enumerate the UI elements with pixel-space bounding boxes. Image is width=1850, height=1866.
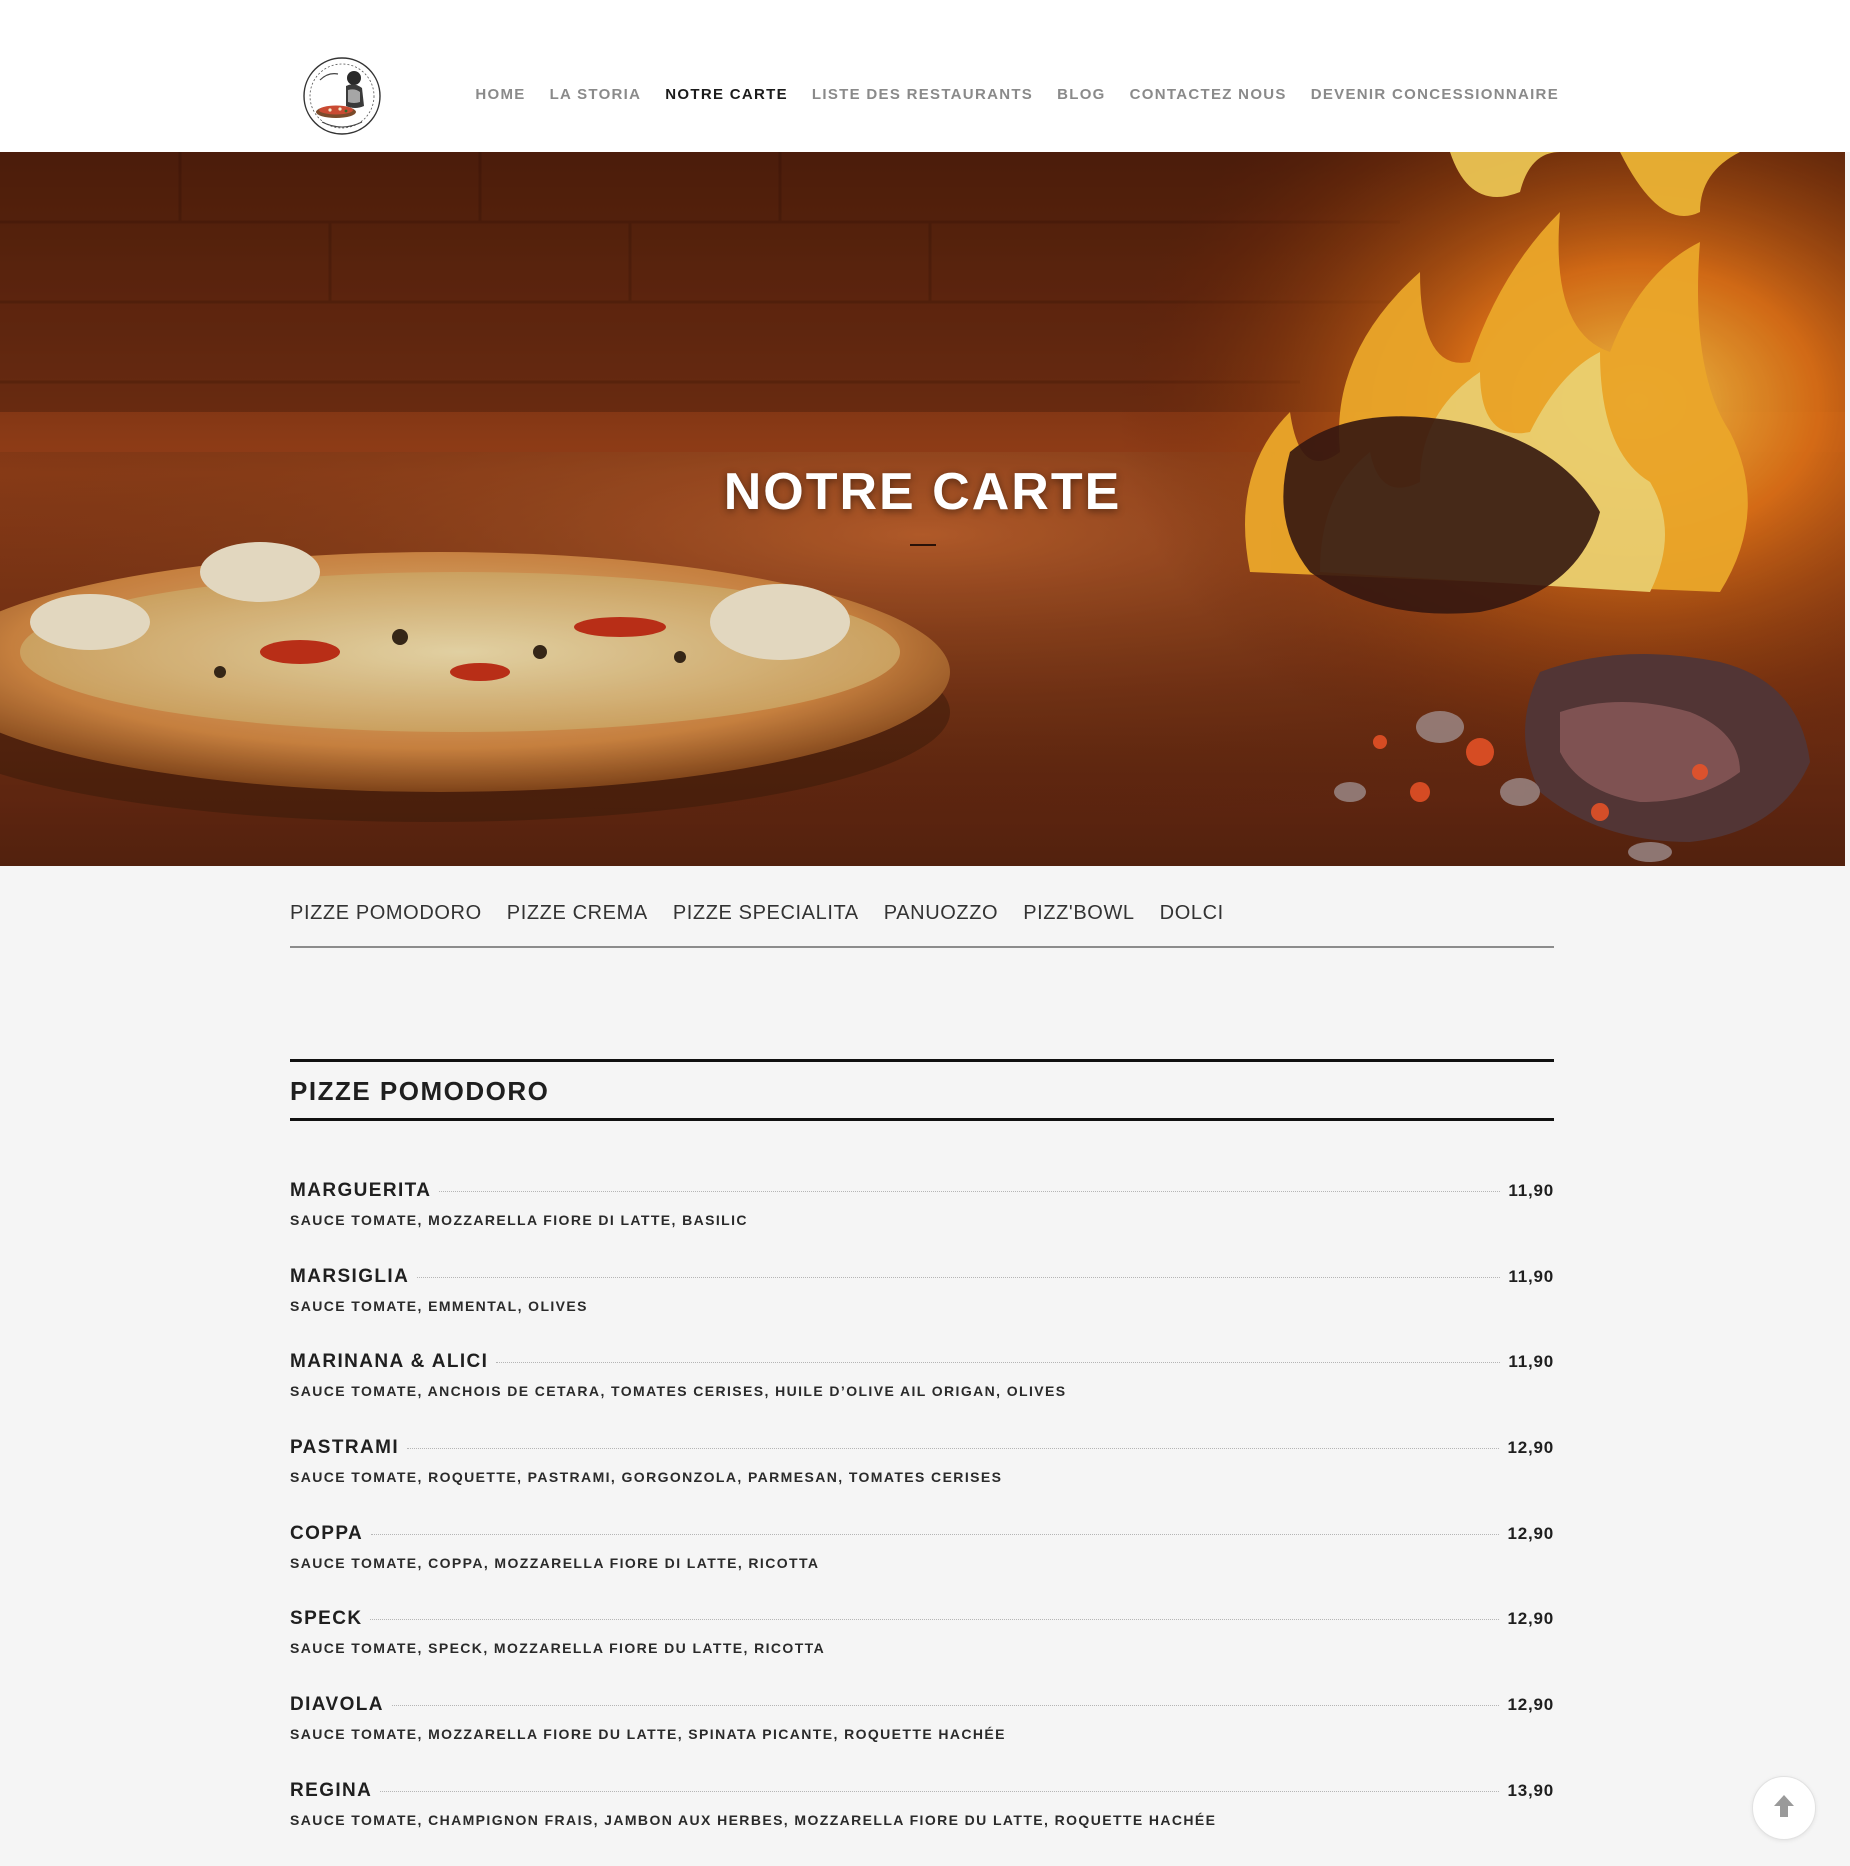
nav-item-liste-des-restaurants: LISTE DES RESTAURANTS — [812, 86, 1033, 104]
menu-item-row: PASTRAMI 12,90 — [290, 1437, 1554, 1459]
menu-item-description: SAUCE TOMATE, MOZZARELLA FIORE DU LATTE,… — [290, 1726, 1006, 1743]
menu-item-row: MARGUERITA 11,90 — [290, 1180, 1554, 1202]
nav-item-la-storia: LA STORIA — [550, 86, 642, 104]
menu-item-row: MARSIGLIA 11,90 — [290, 1266, 1554, 1288]
scroll-to-top-button[interactable] — [1752, 1776, 1816, 1840]
menu-item-description: SAUCE TOMATE, ROQUETTE, PASTRAMI, GORGON… — [290, 1469, 1003, 1486]
dotted-leader — [407, 1448, 1500, 1450]
nav-link-devenir-concessionnaire[interactable]: DEVENIR CONCESSIONNAIRE — [1311, 86, 1559, 103]
menu-item-price: 12,90 — [1507, 1695, 1554, 1715]
menu-item-name: SPECK — [290, 1608, 363, 1630]
dotted-leader — [391, 1705, 1500, 1707]
nav-link-notre-carte[interactable]: NOTRE CARTE — [665, 86, 788, 103]
dotted-leader — [496, 1362, 1501, 1364]
nav-link-liste-des-restaurants[interactable]: LISTE DES RESTAURANTS — [812, 86, 1033, 103]
nav-item-devenir-concessionnaire: DEVENIR CONCESSIONNAIRE — [1311, 86, 1559, 104]
menu-item-description: SAUCE TOMATE, ANCHOIS DE CETARA, TOMATES… — [290, 1383, 1067, 1400]
nav-link-blog[interactable]: BLOG — [1057, 86, 1106, 103]
menu-item-row: SPECK 12,90 — [290, 1608, 1554, 1630]
tab-pizze-specialita[interactable]: PIZZE SPECIALITA — [673, 902, 859, 925]
dotted-leader — [370, 1619, 1500, 1621]
dotted-leader — [439, 1191, 1501, 1192]
menu-item-price: 12,90 — [1507, 1438, 1554, 1458]
dotted-leader — [417, 1276, 1501, 1278]
menu-item-name: MARSIGLIA — [290, 1265, 410, 1287]
menu-item-description: SAUCE TOMATE, COPPA, MOZZARELLA FIORE DI… — [290, 1554, 820, 1571]
dotted-leader — [371, 1533, 1500, 1535]
menu-item: PASTRAMI 12,90 SAUCE TOMATE, ROQUETTE, P… — [290, 1437, 1554, 1523]
hero-title: NOTRE CARTE — [723, 463, 1122, 521]
tab-dolci[interactable]: DOLCI — [1160, 902, 1224, 925]
nav-link-contactez-nous[interactable]: CONTACTEZ NOUS — [1130, 86, 1287, 103]
menu-item: MARSIGLIA 11,90 SAUCE TOMATE, EMMENTAL, … — [290, 1266, 1554, 1352]
menu-item-name: PASTRAMI — [290, 1437, 400, 1459]
site-logo[interactable] — [300, 50, 390, 140]
pizzeria-logo-badge-icon — [303, 57, 381, 135]
nav-link-home[interactable]: HOME — [475, 86, 525, 103]
menu-item: COPPA 12,90 SAUCE TOMATE, COPPA, MOZZARE… — [290, 1523, 1554, 1609]
menu-item: MARINANA & ALICI 11,90 SAUCE TOMATE, ANC… — [290, 1351, 1554, 1437]
tab-panuozzo[interactable]: PANUOZZO — [884, 902, 998, 925]
menu-item-description: SAUCE TOMATE, CHAMPIGNON FRAIS, JAMBON A… — [290, 1811, 1217, 1828]
nav-item-home: HOME — [475, 86, 525, 104]
main-navigation: HOME LA STORIA NOTRE CARTE LISTE DES RES… — [475, 86, 1559, 104]
section-bottom-rule — [290, 1118, 1554, 1121]
menu-item-price: 11,90 — [1508, 1352, 1554, 1372]
menu-item: SPECK 12,90 SAUCE TOMATE, SPECK, MOZZARE… — [290, 1608, 1554, 1694]
hero-title-underline — [910, 544, 936, 546]
nav-link-la-storia[interactable]: LA STORIA — [550, 86, 642, 103]
menu-item-name: MARINANA & ALICI — [290, 1351, 489, 1373]
menu-item-price: 12,90 — [1507, 1523, 1554, 1543]
site-header: HOME LA STORIA NOTRE CARTE LISTE DES RES… — [0, 0, 1850, 152]
menu-item: REGINA 13,90 SAUCE TOMATE, CHAMPIGNON FR… — [290, 1780, 1554, 1866]
tab-pizz-bowl[interactable]: PIZZ'BOWL — [1023, 902, 1134, 925]
menu-item-description: SAUCE TOMATE, EMMENTAL, OLIVES — [290, 1297, 588, 1314]
nav-item-blog: BLOG — [1057, 86, 1106, 104]
menu-item-row: COPPA 12,90 — [290, 1523, 1554, 1545]
menu-category-tabs: PIZZE POMODORO PIZZE CREMA PIZZE SPECIAL… — [290, 902, 1554, 925]
dotted-leader — [380, 1790, 1500, 1792]
menu-item-name: COPPA — [290, 1522, 364, 1544]
hero-banner: NOTRE CARTE — [0, 152, 1845, 866]
section-top-rule — [290, 1059, 1554, 1062]
menu-item-price: 11,90 — [1508, 1181, 1554, 1200]
menu-item-list: MARGUERITA 11,90 SAUCE TOMATE, MOZZARELL… — [290, 1180, 1554, 1866]
menu-item-description: SAUCE TOMATE, SPECK, MOZZARELLA FIORE DU… — [290, 1640, 826, 1657]
menu-item-price: 12,90 — [1507, 1609, 1554, 1629]
nav-item-contactez-nous: CONTACTEZ NOUS — [1130, 86, 1287, 104]
menu-item-name: MARGUERITA — [290, 1180, 432, 1201]
menu-item-row: DIAVOLA 12,90 — [290, 1694, 1554, 1716]
menu-item-row: MARINANA & ALICI 11,90 — [290, 1351, 1554, 1373]
menu-item-description: SAUCE TOMATE, MOZZARELLA FIORE DI LATTE,… — [290, 1212, 748, 1228]
menu-item: MARGUERITA 11,90 SAUCE TOMATE, MOZZARELL… — [290, 1180, 1554, 1266]
menu-item: DIAVOLA 12,90 SAUCE TOMATE, MOZZARELLA F… — [290, 1694, 1554, 1780]
nav-item-notre-carte: NOTRE CARTE — [665, 86, 788, 104]
menu-item-name: DIAVOLA — [290, 1694, 384, 1716]
tab-pizze-pomodoro[interactable]: PIZZE POMODORO — [290, 902, 482, 925]
menu-item-name: REGINA — [290, 1779, 373, 1801]
tab-pizze-crema[interactable]: PIZZE CREMA — [507, 902, 648, 925]
menu-item-price: 13,90 — [1507, 1780, 1554, 1800]
menu-item-price: 11,90 — [1508, 1266, 1554, 1286]
arrow-up-icon — [1774, 1795, 1794, 1817]
section-title: PIZZE POMODORO — [290, 1076, 550, 1106]
menu-item-row: REGINA 13,90 — [290, 1780, 1554, 1802]
tabs-divider — [290, 946, 1554, 948]
